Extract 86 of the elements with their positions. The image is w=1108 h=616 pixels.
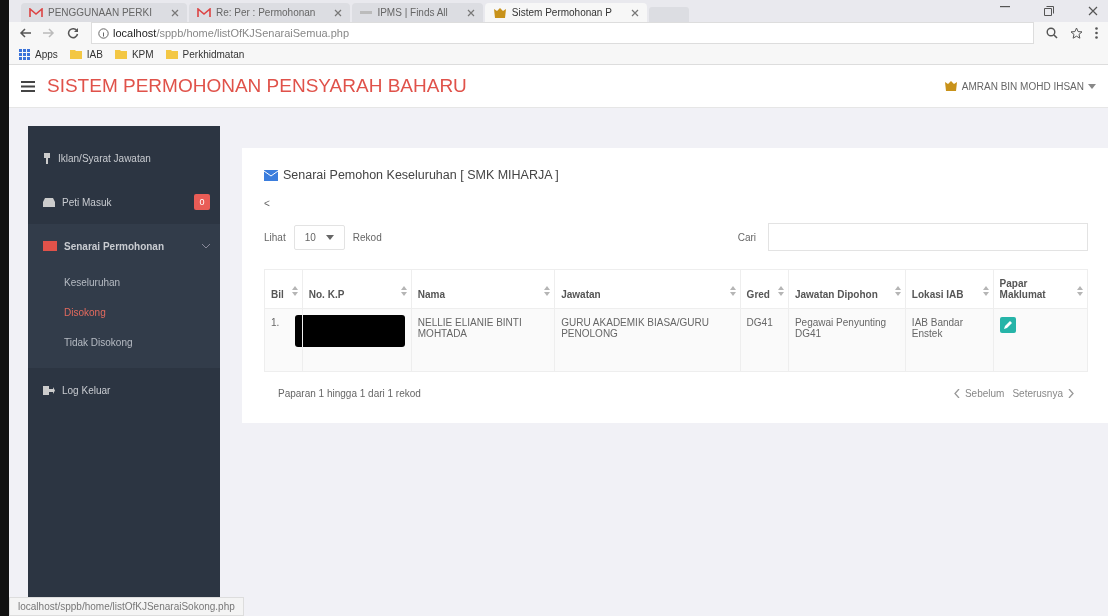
app-title: SISTEM PERMOHONAN PENSYARAH BAHARU	[47, 75, 467, 97]
table-cell: IAB Bandar Enstek	[905, 308, 994, 372]
sort-icon	[729, 286, 736, 296]
sidebar-item[interactable]: Peti Masuk 0	[28, 180, 220, 224]
chevron-down-icon	[202, 243, 210, 249]
previous-link[interactable]: Sebelum	[953, 388, 1005, 399]
list-icon	[43, 241, 57, 251]
info-icon	[98, 27, 109, 39]
column-header[interactable]: No. K.P	[302, 269, 412, 309]
sort-icon	[982, 286, 989, 296]
zoom-icon[interactable]	[1046, 27, 1058, 39]
bookmark[interactable]: Apps	[19, 48, 58, 60]
close-icon[interactable]	[170, 8, 179, 17]
folder-icon	[69, 49, 82, 59]
caret-icon	[1088, 83, 1096, 89]
length-label: Lihat	[264, 231, 286, 243]
table-info: Paparan 1 hingga 1 dari 1 rekod	[278, 388, 421, 399]
folder-icon	[165, 49, 178, 59]
status-bar: localhost/sppb/home/listOfKJSenaraiSokong.php	[9, 597, 244, 616]
search-label: Cari	[737, 231, 756, 243]
search-field[interactable]	[768, 223, 1088, 251]
browser-tab[interactable]: Sistem Permohonan P	[484, 3, 647, 22]
inbox-icon	[43, 197, 55, 207]
column-header[interactable]: Nama	[411, 269, 555, 309]
sort-icon	[1077, 286, 1083, 296]
bookmark[interactable]: KPM	[114, 48, 154, 60]
folder-icon	[114, 49, 127, 59]
edit-button[interactable]	[999, 317, 1016, 333]
bookmark[interactable]: Perkhidmatan	[165, 48, 245, 60]
table-cell: Pegawai Penyunting DG41	[788, 308, 906, 372]
close-icon[interactable]	[1088, 6, 1098, 16]
mail-icon	[29, 7, 43, 18]
browser-tab[interactable]: Re: Per : Permohonan	[188, 3, 351, 22]
table-cell: NELLIE ELIANIE BINTI MOHTADA	[411, 308, 555, 372]
sort-icon	[777, 286, 784, 296]
pin-icon	[43, 152, 51, 164]
mail-icon	[264, 169, 278, 181]
user-menu[interactable]: AMRAN BIN MOHD IHSAN	[943, 80, 1096, 92]
column-header[interactable]: Jawatan	[554, 269, 741, 309]
back-icon[interactable]	[19, 28, 31, 38]
sidebar-item[interactable]: Senarai Permohonan	[28, 224, 220, 268]
star-icon[interactable]	[1070, 26, 1083, 40]
chevron-left-icon	[953, 389, 960, 398]
length-label: Rekod	[352, 231, 382, 243]
crest-icon	[943, 80, 958, 92]
browser-tab[interactable]: PENGGUNAAN PERKI	[21, 3, 187, 22]
sort-icon	[291, 286, 298, 296]
close-icon[interactable]	[334, 8, 343, 17]
crest-icon	[492, 6, 507, 19]
table-cell: DG41	[740, 308, 789, 372]
submenu-item[interactable]: Disokong	[28, 298, 220, 328]
chevron-right-icon	[1068, 389, 1074, 398]
page-size-select[interactable]: 10	[293, 224, 345, 250]
apps-icon	[19, 48, 30, 60]
close-icon[interactable]	[466, 8, 475, 17]
panel-title: Senarai Pemohon Keseluruhan [ SMK MIHARJA ]	[283, 168, 559, 182]
reload-icon[interactable]	[67, 27, 79, 39]
submenu-item[interactable]: Keseluruhan	[28, 268, 220, 298]
sort-icon	[894, 286, 901, 296]
close-icon[interactable]	[630, 8, 639, 17]
bookmark[interactable]: IAB	[69, 48, 103, 60]
column-header[interactable]: Gred	[740, 269, 789, 309]
address-field[interactable]: localhost/sppb/home/listOfKJSenaraiSemua.php	[91, 22, 1034, 44]
mail-icon	[196, 7, 211, 18]
table-cell: GURU AKADEMIK BIASA/GURU PENOLONG	[554, 308, 741, 372]
menu-icon[interactable]	[21, 80, 35, 92]
sidebar-item[interactable]: Log Keluar	[28, 368, 220, 412]
page-icon	[360, 8, 373, 17]
minimize-icon[interactable]	[1000, 6, 1010, 8]
back-link[interactable]: <	[264, 198, 270, 209]
restore-icon[interactable]	[1044, 6, 1054, 16]
browser-tab[interactable]: IPMS | Finds All	[352, 3, 483, 22]
column-header[interactable]: Papar Maklumat	[993, 269, 1088, 309]
count-badge: 0	[194, 194, 210, 210]
sort-icon	[400, 286, 407, 296]
caret-icon	[325, 234, 334, 240]
sort-icon	[544, 286, 551, 296]
logout-icon	[43, 385, 55, 395]
submenu-item[interactable]: Tidak Disokong	[28, 328, 220, 358]
kebab-menu-icon[interactable]	[1095, 27, 1098, 39]
next-link[interactable]: Seterusnya	[1012, 388, 1074, 399]
column-header[interactable]: Jawatan Dipohon	[788, 269, 906, 309]
sidebar-item[interactable]: Iklan/Syarat Jawatan	[28, 136, 220, 180]
pencil-icon	[1002, 320, 1013, 330]
column-header[interactable]: Bil	[264, 269, 303, 309]
column-header[interactable]: Lokasi IAB	[905, 269, 994, 309]
